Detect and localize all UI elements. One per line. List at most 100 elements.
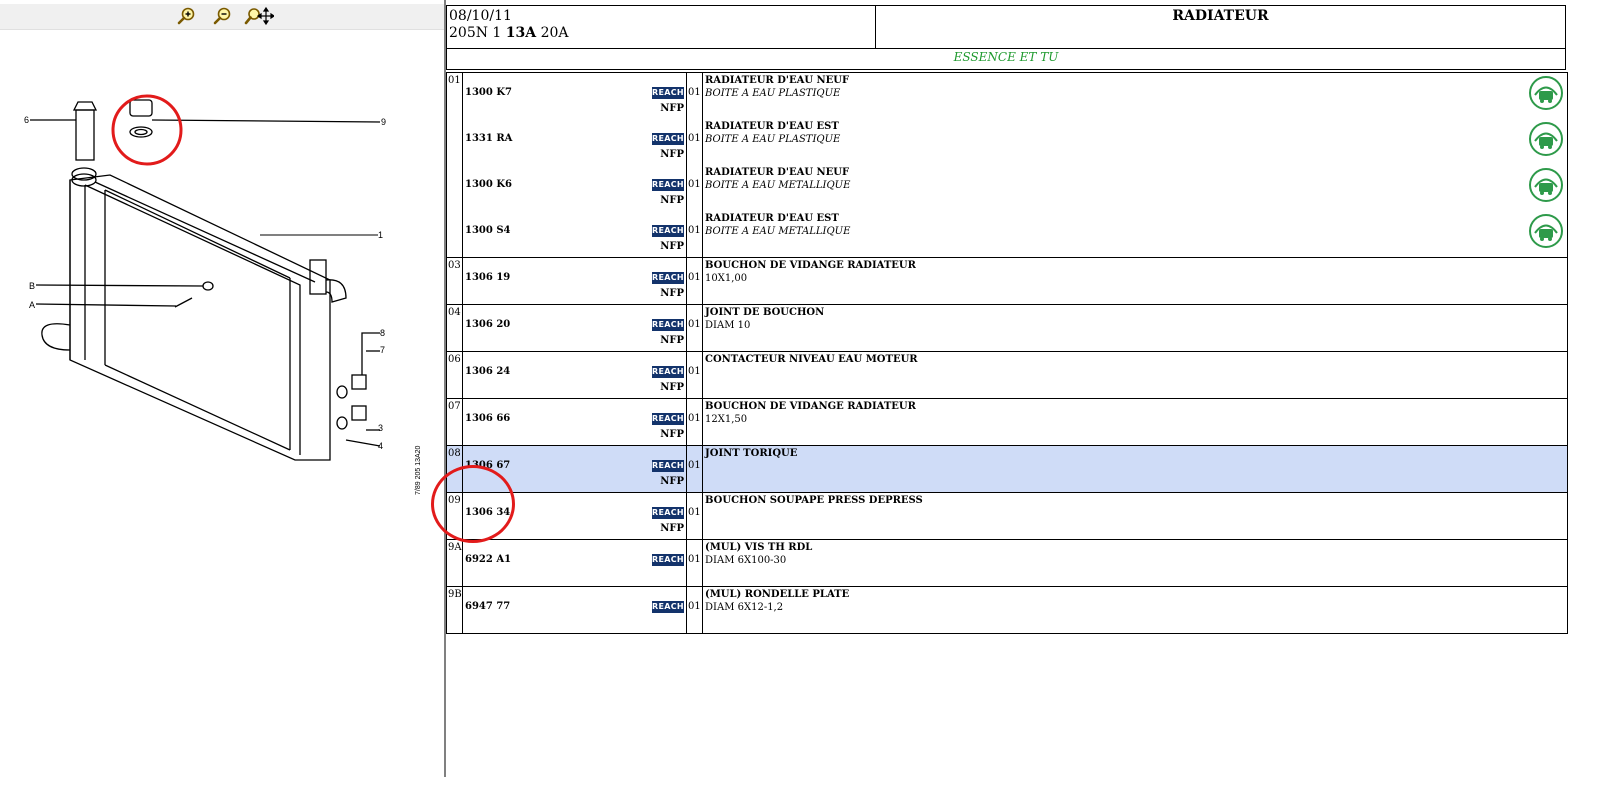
reach-badge: REACH (652, 554, 684, 566)
desc-cell: RADIATEUR D'EAU EST BOITE A EAU PLASTIQU… (703, 119, 1567, 165)
part-ref-cell[interactable]: 1300 K7 REACH NFP (463, 73, 686, 119)
reach-badge: REACH (652, 460, 684, 472)
part-quantity: 01 (688, 460, 701, 471)
part-ref-cell[interactable]: 1300 S4 REACH NFP (463, 211, 686, 257)
part-reference[interactable]: 1331 RA (465, 133, 512, 144)
reuse-icon[interactable] (1526, 213, 1566, 257)
part-group-row[interactable]: 07 1306 66 REACH NFP 01 BOUCHON DE VIDAN… (446, 398, 1568, 446)
part-ref-cell[interactable]: 1306 20 REACH NFP (463, 305, 686, 351)
callout-A: A (29, 300, 35, 310)
ref-col: 1300 K7 REACH NFP 1331 RA REACH NFP 1300… (462, 72, 687, 258)
part-reference[interactable]: 1300 S4 (465, 225, 511, 236)
desc-col: (MUL) VIS TH RDL DIAM 6X100-30 (702, 539, 1568, 587)
part-title: CONTACTEUR NIVEAU EAU MOTEUR (705, 354, 918, 365)
part-ref-cell[interactable]: 1306 66 REACH NFP (463, 399, 686, 445)
part-reference[interactable]: 1306 67 (465, 460, 510, 471)
part-reference[interactable]: 1306 66 (465, 413, 510, 424)
ref-col: 6947 77 REACH (462, 586, 687, 634)
rep-number: 03 (446, 257, 463, 305)
nfp-label: NFP (660, 382, 684, 393)
part-quantity: 01 (688, 554, 701, 565)
ref-col: 6922 A1 REACH (462, 539, 687, 587)
qty-cell: 01 (687, 446, 702, 492)
part-reference[interactable]: 6922 A1 (465, 554, 511, 565)
part-title: BOUCHON SOUPAPE PRESS DEPRESS (705, 495, 923, 506)
part-group-row[interactable]: 04 1306 20 REACH NFP 01 JOINT DE BOUCHON… (446, 304, 1568, 352)
diagram-side-text: 7/89 205 13A20 (415, 445, 422, 495)
part-reference[interactable]: 1306 34 (465, 507, 510, 518)
nfp-label: NFP (660, 476, 684, 487)
reach-badge: REACH (652, 272, 684, 284)
desc-cell: JOINT TORIQUE (703, 446, 1567, 492)
qty-col: 01 (686, 492, 703, 540)
part-group-row[interactable]: 03 1306 19 REACH NFP 01 BOUCHON DE VIDAN… (446, 257, 1568, 305)
part-reference[interactable]: 6947 77 (465, 601, 510, 612)
part-ref-cell[interactable]: 6947 77 REACH (463, 587, 686, 633)
part-reference[interactable]: 1300 K7 (465, 87, 512, 98)
part-quantity: 01 (688, 272, 701, 283)
nfp-label: NFP (660, 429, 684, 440)
zoom-in-icon[interactable] (176, 6, 198, 26)
reuse-icon[interactable] (1526, 75, 1566, 119)
ref-col: 1306 34 REACH NFP (462, 492, 687, 540)
part-ref-cell[interactable]: 1306 24 REACH NFP (463, 352, 686, 398)
part-reference[interactable]: 1306 24 (465, 366, 510, 377)
part-title: JOINT DE BOUCHON (705, 307, 825, 318)
diagram-pane: 6 9 1 B A 8 7 3 4 7/89 205 13A20 (0, 0, 444, 801)
rep-number: 9A (446, 539, 463, 587)
qty-cell: 01 (687, 493, 702, 539)
reuse-icon[interactable] (1526, 167, 1566, 211)
part-group-row[interactable]: 9B 6947 77 REACH 01 (MUL) RONDELLE PLATE… (446, 586, 1568, 634)
part-title: RADIATEUR D'EAU EST (705, 213, 839, 224)
part-ref-cell[interactable]: 1331 RA REACH NFP (463, 119, 686, 165)
part-reference[interactable]: 1300 K6 (465, 179, 512, 190)
part-quantity: 01 (688, 179, 701, 190)
qty-cell: 01 (687, 305, 702, 351)
part-reference[interactable]: 1306 19 (465, 272, 510, 283)
qty-cell: 01 (687, 165, 702, 211)
ref-col: 1306 24 REACH NFP (462, 351, 687, 399)
zoom-out-icon[interactable] (212, 6, 234, 26)
part-ref-cell[interactable]: 6922 A1 REACH (463, 540, 686, 586)
reach-badge: REACH (652, 507, 684, 519)
desc-col: JOINT DE BOUCHON DIAM 10 (702, 304, 1568, 352)
part-group-row[interactable]: 06 1306 24 REACH NFP 01 CONTACTEUR NIVEA… (446, 351, 1568, 399)
part-desc: BOITE A EAU METALLIQUE (705, 180, 851, 191)
desc-col: BOUCHON SOUPAPE PRESS DEPRESS (702, 492, 1568, 540)
zoom-toolbar (0, 4, 444, 30)
desc-col: BOUCHON DE VIDANGE RADIATEUR 12X1,50 (702, 398, 1568, 446)
part-group-row[interactable]: 08 1306 67 REACH NFP 01 JOINT TORIQUE (446, 445, 1568, 493)
qty-cell: 01 (687, 587, 702, 633)
part-ref-cell[interactable]: 1306 19 REACH NFP (463, 258, 686, 304)
parts-table: 01 1300 K7 REACH NFP 1331 RA REACH NFP 1… (446, 72, 1568, 634)
part-ref-cell[interactable]: 1300 K6 REACH NFP (463, 165, 686, 211)
rep-number: 04 (446, 304, 463, 352)
part-desc: DIAM 6X12-1,2 (705, 602, 784, 613)
callout-9: 9 (381, 117, 386, 127)
part-quantity: 01 (688, 413, 701, 424)
part-group-row[interactable]: 9A 6922 A1 REACH 01 (MUL) VIS TH RDL DIA… (446, 539, 1568, 587)
desc-cell: JOINT DE BOUCHON DIAM 10 (703, 305, 1567, 351)
reach-badge: REACH (652, 225, 684, 237)
part-reference[interactable]: 1306 20 (465, 319, 510, 330)
qty-col: 01 (686, 304, 703, 352)
part-group-row[interactable]: 09 1306 34 REACH NFP 01 BOUCHON SOUPAPE … (446, 492, 1568, 540)
ref-col: 1306 20 REACH NFP (462, 304, 687, 352)
part-desc: BOITE A EAU METALLIQUE (705, 226, 851, 237)
desc-col: JOINT TORIQUE (702, 445, 1568, 493)
highlight-circle (111, 94, 183, 166)
nfp-label: NFP (660, 288, 684, 299)
qty-cell: 01 (687, 352, 702, 398)
pan-icon[interactable] (244, 6, 276, 26)
rep-number: 09 (446, 492, 463, 540)
reuse-icon[interactable] (1526, 121, 1566, 165)
part-group-row[interactable]: 01 1300 K7 REACH NFP 1331 RA REACH NFP 1… (446, 72, 1568, 258)
desc-cell: BOUCHON DE VIDANGE RADIATEUR 10X1,00 (703, 258, 1567, 304)
ref-col: 1306 67 REACH NFP (462, 445, 687, 493)
desc-cell: RADIATEUR D'EAU NEUF BOITE A EAU PLASTIQ… (703, 73, 1567, 119)
desc-col: (MUL) RONDELLE PLATE DIAM 6X12-1,2 (702, 586, 1568, 634)
part-ref-cell[interactable]: 1306 67 REACH NFP (463, 446, 686, 492)
part-ref-cell[interactable]: 1306 34 REACH NFP (463, 493, 686, 539)
rep-number: 01 (446, 72, 463, 258)
rep-number: 9B (446, 586, 463, 634)
